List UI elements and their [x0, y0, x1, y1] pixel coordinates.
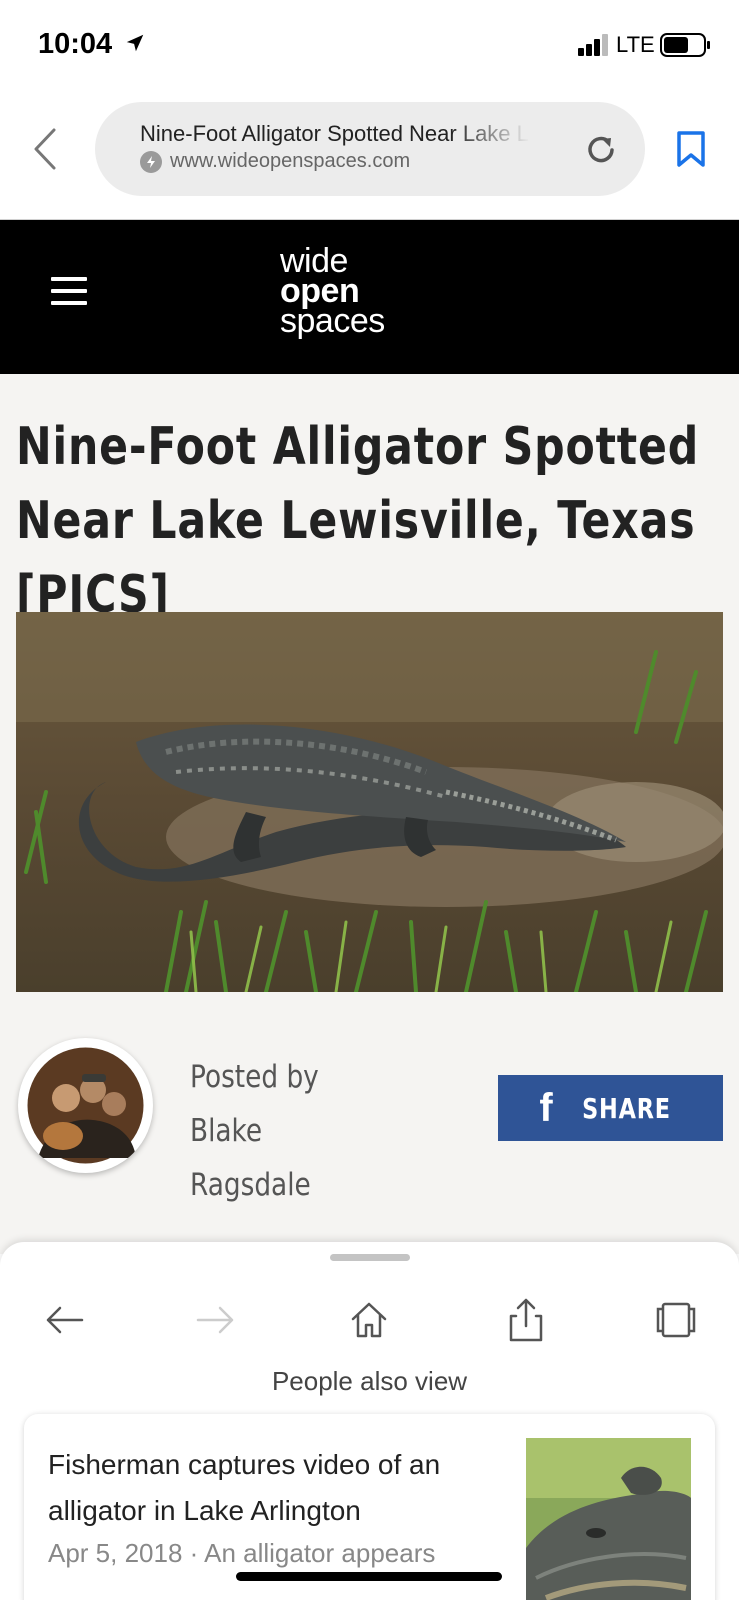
status-time: 10:04: [38, 28, 113, 60]
bookmark-icon[interactable]: [676, 130, 706, 168]
recommendation-meta: Apr 5, 2018 · An alligator appears: [48, 1538, 436, 1568]
back-arrow-icon[interactable]: [40, 1296, 88, 1344]
facebook-share-button[interactable]: f SHARE: [498, 1075, 723, 1141]
logo-line-spaces: spaces: [280, 302, 385, 340]
article-title: Nine-Foot Alligator Spotted Near Lake Le…: [16, 417, 700, 625]
tabs-icon[interactable]: [652, 1296, 700, 1344]
back-chevron-icon[interactable]: [30, 126, 60, 172]
cellular-signal-icon: [578, 34, 608, 56]
people-also-view-heading: People also view: [271, 1366, 468, 1396]
home-icon[interactable]: [345, 1296, 393, 1344]
posted-by-label: Posted by: [190, 1059, 319, 1095]
share-button-label: SHARE: [581, 1091, 671, 1125]
status-bar: 10:04 LTE: [0, 0, 739, 90]
article: Nine-Foot Alligator Spotted Near Lake Le…: [0, 374, 739, 1254]
forward-arrow-icon[interactable]: [192, 1296, 240, 1344]
battery-icon: [660, 33, 710, 57]
bottom-sheet: People also view Fisherman captures vide…: [0, 1242, 739, 1600]
home-indicator[interactable]: [236, 1572, 502, 1581]
reload-icon[interactable]: [583, 132, 619, 168]
site-header: wide open spaces: [0, 220, 739, 374]
share-icon[interactable]: [502, 1296, 550, 1344]
bottom-toolbar: [0, 1296, 739, 1356]
facebook-icon: f: [539, 1085, 553, 1130]
address-bar[interactable]: Nine-Foot Alligator Spotted Near Lake Le…: [95, 102, 645, 196]
location-arrow-icon: [126, 34, 144, 52]
recommendation-thumbnail: [526, 1438, 691, 1600]
sheet-grabber-handle[interactable]: [330, 1254, 410, 1261]
address-bar-title: Nine-Foot Alligator Spotted Near Lake Le…: [140, 121, 530, 147]
author-byline: Posted by Blake Ragsdale: [190, 1050, 319, 1212]
address-bar-host-row: www.wideopenspaces.com: [140, 150, 410, 173]
bolt-icon: [140, 150, 162, 173]
author-last-name[interactable]: Ragsdale: [190, 1158, 319, 1212]
browser-toolbar: Nine-Foot Alligator Spotted Near Lake Le…: [0, 90, 739, 220]
address-bar-host: www.wideopenspaces.com: [170, 150, 411, 172]
author-avatar[interactable]: [18, 1038, 153, 1173]
site-logo[interactable]: wide open spaces: [280, 244, 385, 340]
hero-image-alligator: [16, 612, 723, 992]
recommendation-title: Fisherman captures video of an alligator…: [48, 1449, 441, 1526]
hamburger-menu-icon[interactable]: [51, 277, 87, 305]
author-first-name[interactable]: Blake: [190, 1104, 319, 1158]
network-type: LTE: [616, 32, 655, 57]
